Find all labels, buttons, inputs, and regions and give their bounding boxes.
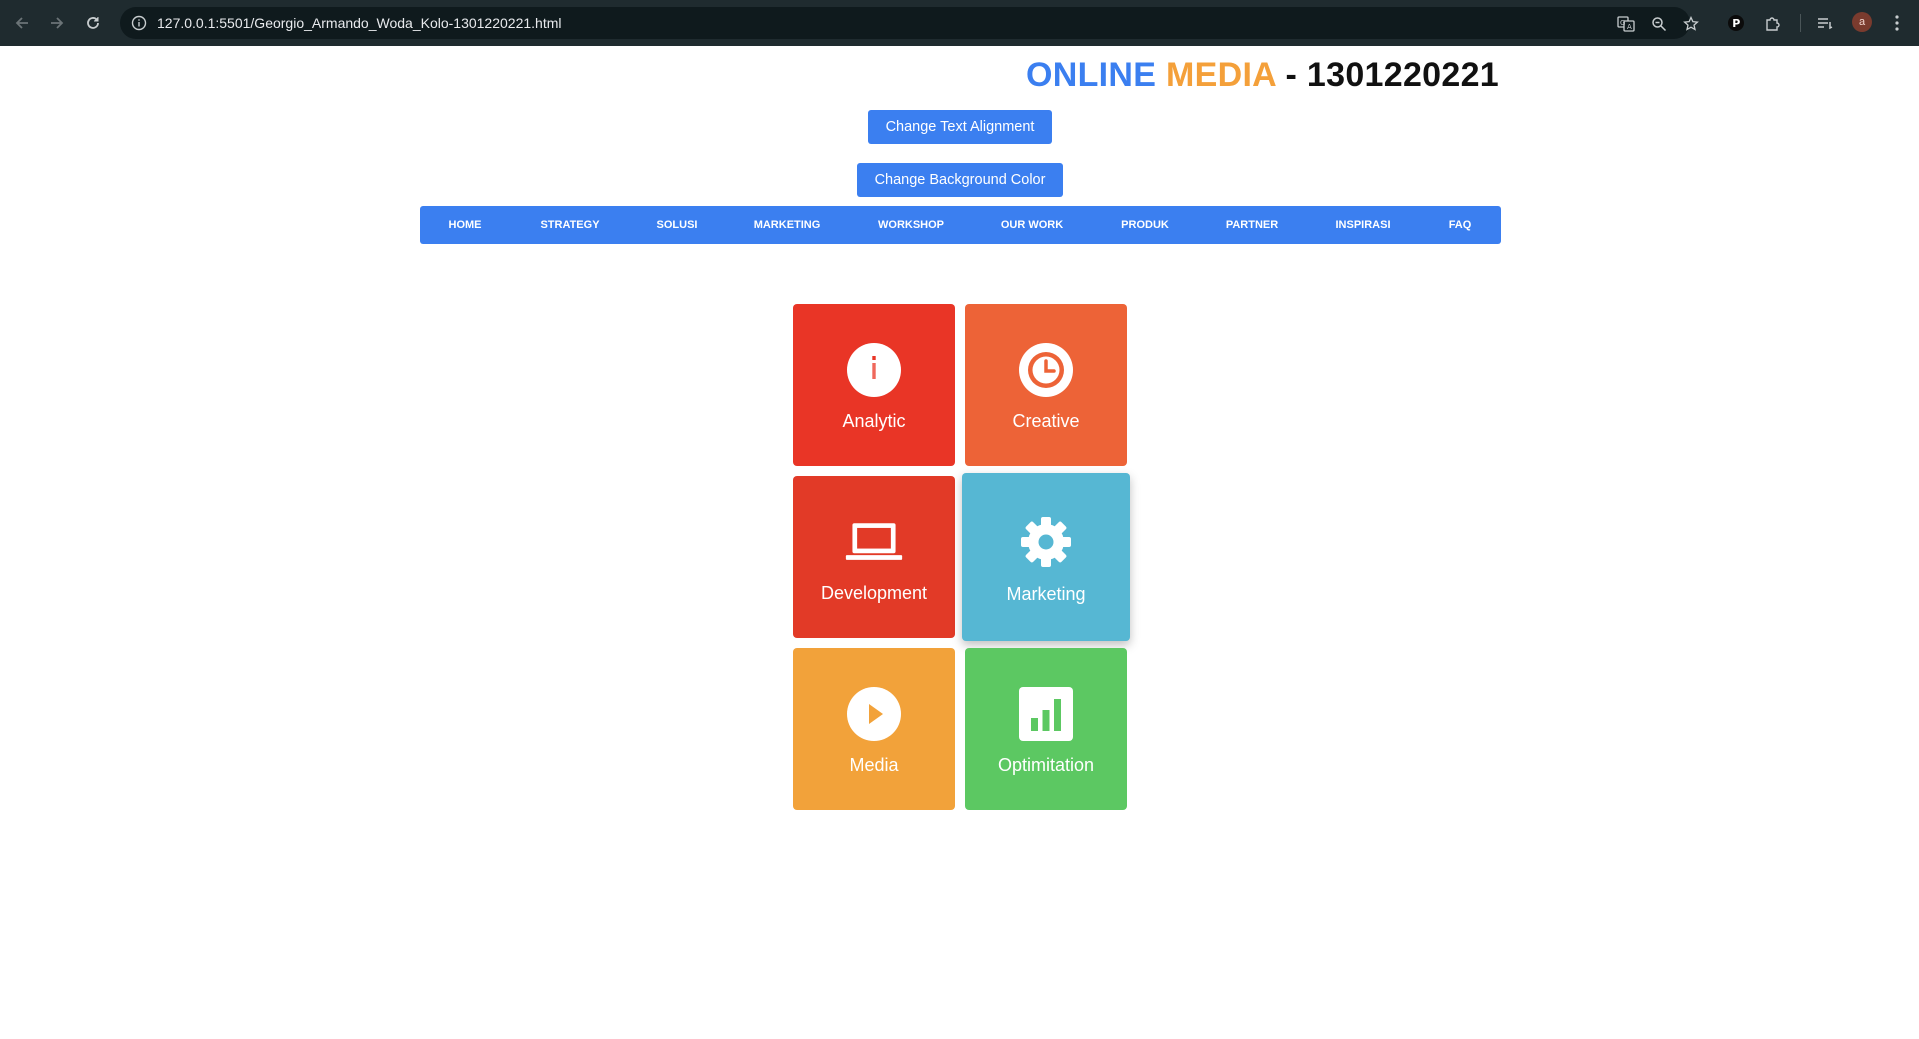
- bookmark-star-icon[interactable]: [1682, 15, 1700, 33]
- tile-label: Creative: [1012, 411, 1080, 431]
- svg-text:A: A: [1627, 23, 1632, 31]
- extensions-puzzle-icon[interactable]: [1762, 12, 1784, 34]
- title-media: MEDIA: [1165, 56, 1276, 94]
- change-background-color-button[interactable]: Change Background Color: [857, 163, 1063, 197]
- reload-icon[interactable]: [81, 11, 105, 35]
- main-navbar: HOME STRATEGY SOLUSI MARKETING WORKSHOP …: [420, 206, 1501, 244]
- change-text-alignment-button[interactable]: Change Text Alignment: [868, 110, 1052, 144]
- page-content: ONLINE MEDIA - 1301220221 Change Text Al…: [0, 46, 1919, 1039]
- back-icon[interactable]: [10, 11, 34, 35]
- forward-icon[interactable]: [45, 11, 69, 35]
- url-text: 127.0.0.1:5501/Georgio_Armando_Woda_Kolo…: [157, 15, 562, 31]
- nav-item-inspirasi[interactable]: INSPIRASI: [1335, 206, 1390, 244]
- nav-item-solusi[interactable]: SOLUSI: [657, 206, 698, 244]
- title-id: - 1301220221: [1285, 56, 1499, 94]
- extension-p-icon[interactable]: P: [1725, 12, 1747, 34]
- tile-optimitation[interactable]: Optimitation: [965, 648, 1127, 810]
- bar-chart-icon: [1016, 684, 1076, 744]
- nav-item-our-work[interactable]: OUR WORK: [1001, 206, 1063, 244]
- tile-label: Marketing: [1006, 584, 1086, 604]
- tile-analytic[interactable]: Analytic: [793, 304, 955, 466]
- address-bar[interactable]: 127.0.0.1:5501/Georgio_Armando_Woda_Kolo…: [120, 7, 1699, 39]
- tile-marketing[interactable]: Marketing: [962, 473, 1130, 641]
- tile-development[interactable]: Development: [793, 476, 955, 638]
- nav-item-produk[interactable]: PRODUK: [1121, 206, 1169, 244]
- nav-item-marketing[interactable]: MARKETING: [754, 206, 821, 244]
- tile-creative[interactable]: Creative: [965, 304, 1127, 466]
- zoom-icon[interactable]: [1650, 15, 1668, 33]
- nav-item-workshop[interactable]: WORKSHOP: [878, 206, 944, 244]
- reading-list-icon[interactable]: [1814, 12, 1836, 34]
- tile-label: Media: [849, 755, 899, 775]
- info-icon: [844, 340, 904, 400]
- page-title: ONLINE MEDIA - 1301220221: [1026, 56, 1499, 95]
- play-icon: [844, 684, 904, 744]
- toolbar-divider: [1800, 14, 1801, 32]
- tile-label: Optimitation: [997, 755, 1095, 775]
- nav-item-faq[interactable]: FAQ: [1449, 206, 1472, 244]
- title-online: ONLINE: [1025, 56, 1157, 94]
- browser-toolbar: 127.0.0.1:5501/Georgio_Armando_Woda_Kolo…: [0, 0, 1919, 46]
- nav-item-strategy[interactable]: STRATEGY: [540, 206, 599, 244]
- profile-avatar[interactable]: a: [1852, 12, 1872, 32]
- svg-text:P: P: [1732, 17, 1740, 30]
- nav-item-home[interactable]: HOME: [449, 206, 482, 244]
- translate-icon[interactable]: GA: [1617, 15, 1635, 33]
- clock-icon: [1016, 340, 1076, 400]
- laptop-icon: [844, 512, 904, 572]
- nav-item-partner[interactable]: PARTNER: [1226, 206, 1278, 244]
- site-info-icon[interactable]: [130, 14, 148, 32]
- tile-label: Analytic: [842, 411, 906, 431]
- gear-icon: [1016, 512, 1076, 572]
- svg-text:G: G: [1620, 19, 1625, 27]
- tile-label: Development: [820, 583, 928, 603]
- tile-media[interactable]: Media: [793, 648, 955, 810]
- more-menu-icon[interactable]: [1886, 12, 1908, 34]
